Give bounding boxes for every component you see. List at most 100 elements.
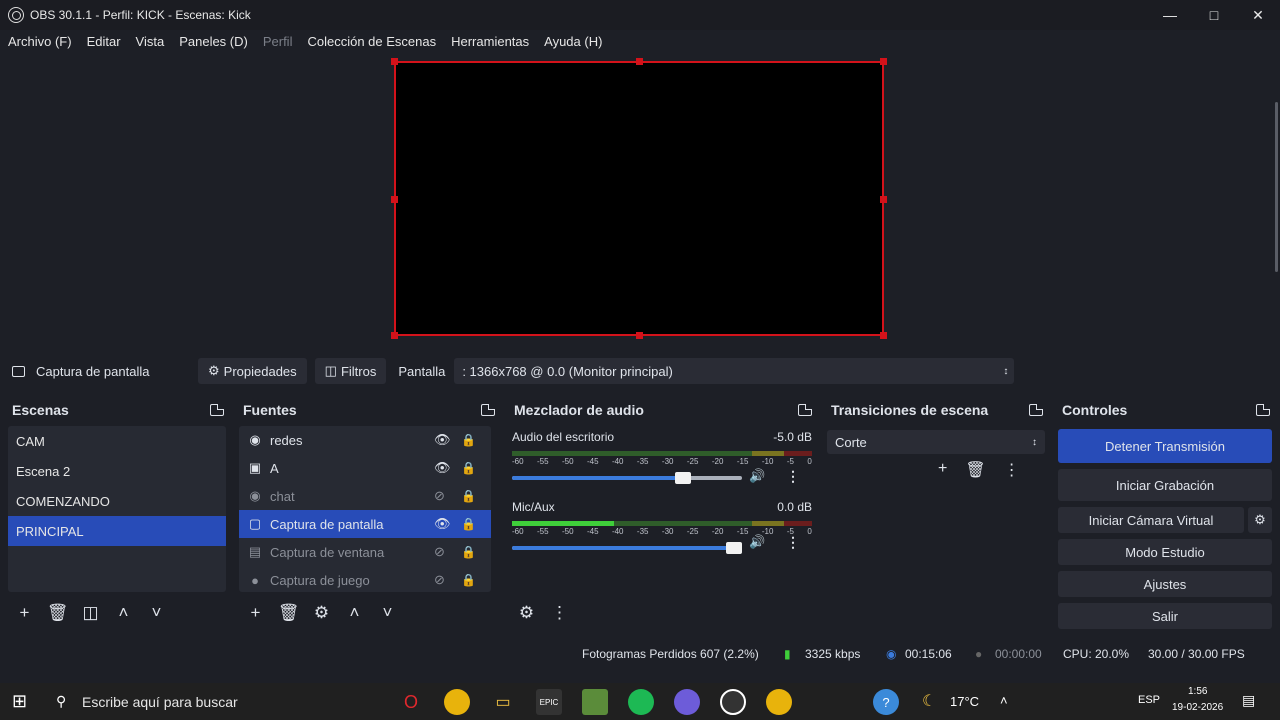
undock-icon[interactable] bbox=[1256, 404, 1270, 416]
screen-select[interactable]: : 1366x768 @ 0.0 (Monitor principal) ↕ bbox=[454, 358, 1015, 384]
eye-closed-icon[interactable]: ⊘ bbox=[434, 488, 445, 504]
search-icon[interactable]: ⚲ bbox=[56, 693, 66, 710]
lock-icon[interactable]: 🔒 bbox=[461, 489, 476, 503]
eye-icon[interactable]: 👁 bbox=[434, 460, 451, 476]
lock-icon[interactable]: 🔒 bbox=[461, 461, 476, 475]
lock-icon[interactable]: 🔒 bbox=[461, 433, 476, 447]
discord-icon[interactable] bbox=[674, 689, 700, 715]
source-item[interactable]: ▤ Captura de ventana ⊘ 🔒 bbox=[239, 538, 491, 566]
volume-knob[interactable] bbox=[675, 472, 692, 484]
chevron-up-icon[interactable]: ˄ bbox=[1000, 693, 1008, 708]
eye-closed-icon[interactable]: ⊘ bbox=[434, 572, 445, 588]
close-button[interactable]: ✕ bbox=[1236, 0, 1280, 30]
exit-button[interactable]: Salir bbox=[1058, 603, 1272, 629]
clock-date[interactable]: 19-02-2026 bbox=[1172, 702, 1223, 713]
windows-start-icon[interactable]: ⊞ bbox=[12, 691, 27, 712]
undock-icon[interactable] bbox=[1029, 404, 1043, 416]
lock-icon[interactable]: 🔒 bbox=[461, 573, 476, 587]
speaker-icon[interactable]: 🔊 bbox=[749, 534, 765, 550]
resize-handle[interactable] bbox=[636, 332, 643, 339]
notifications-icon[interactable]: ▤ bbox=[1242, 692, 1255, 709]
speaker-icon[interactable]: 🔊 bbox=[749, 468, 765, 484]
source-item[interactable]: ▣ A 👁 🔒 bbox=[239, 454, 491, 482]
menu-perfil[interactable]: Perfil bbox=[263, 34, 293, 49]
volume-slider[interactable] bbox=[512, 542, 742, 554]
language[interactable]: ESP bbox=[1138, 694, 1160, 706]
gear-icon[interactable]: ⚙ bbox=[510, 603, 543, 623]
source-item[interactable]: ● Captura de juego ⊘ 🔒 bbox=[239, 566, 491, 594]
resize-handle[interactable] bbox=[391, 196, 398, 203]
spotify-icon[interactable] bbox=[628, 689, 654, 715]
kebab-menu-icon[interactable]: ⋮ bbox=[543, 603, 576, 623]
gear-icon[interactable]: ⚙ bbox=[305, 603, 338, 623]
menu-paneles[interactable]: Paneles (D) bbox=[179, 34, 248, 49]
scene-item-active[interactable]: PRINCIPAL bbox=[8, 516, 226, 546]
volume-slider[interactable] bbox=[512, 472, 742, 484]
chevron-down-icon[interactable]: ˅ bbox=[371, 603, 404, 623]
maximize-button[interactable]: □ bbox=[1192, 0, 1236, 30]
eye-icon[interactable]: 👁 bbox=[434, 432, 451, 448]
add-icon[interactable]: + bbox=[239, 603, 272, 623]
resize-handle[interactable] bbox=[391, 332, 398, 339]
undock-icon[interactable] bbox=[481, 404, 495, 416]
menu-editar[interactable]: Editar bbox=[87, 34, 121, 49]
settings-button[interactable]: Ajustes bbox=[1058, 571, 1272, 597]
resize-handle[interactable] bbox=[636, 58, 643, 65]
minecraft-icon[interactable] bbox=[582, 689, 608, 715]
help-icon[interactable]: ? bbox=[873, 689, 899, 715]
epic-games-icon[interactable]: EPIC bbox=[536, 689, 562, 715]
undock-icon[interactable] bbox=[798, 404, 812, 416]
kebab-menu-icon[interactable]: ⋮ bbox=[1004, 460, 1020, 480]
start-record-button[interactable]: Iniciar Grabación bbox=[1058, 469, 1272, 501]
chrome-icon[interactable] bbox=[766, 689, 792, 715]
lock-icon[interactable]: 🔒 bbox=[461, 545, 476, 559]
trash-icon[interactable]: 🗑 bbox=[41, 603, 74, 623]
source-item-active[interactable]: ▢ Captura de pantalla 👁 🔒 bbox=[239, 510, 491, 538]
chevron-down-icon[interactable]: ˅ bbox=[140, 603, 173, 623]
kebab-menu-icon[interactable]: ⋮ bbox=[786, 468, 800, 485]
filters-button[interactable]: ◫ Filtros bbox=[314, 358, 387, 384]
undock-icon[interactable] bbox=[210, 404, 224, 416]
chevron-up-icon[interactable]: ˄ bbox=[107, 603, 140, 623]
preview-area[interactable] bbox=[0, 52, 1280, 354]
trash-icon[interactable]: 🗑 bbox=[272, 603, 305, 623]
stop-stream-button[interactable]: Detener Transmisión bbox=[1058, 429, 1272, 463]
resize-handle[interactable] bbox=[880, 58, 887, 65]
studio-mode-button[interactable]: Modo Estudio bbox=[1058, 539, 1272, 565]
taskbar-search[interactable]: Escribe aquí para buscar bbox=[82, 694, 238, 710]
preview-scrollbar[interactable] bbox=[1275, 102, 1278, 272]
trash-icon[interactable]: 🗑 bbox=[965, 460, 985, 480]
source-item[interactable]: ◉ chat ⊘ 🔒 bbox=[239, 482, 491, 510]
menu-ayuda[interactable]: Ayuda (H) bbox=[544, 34, 602, 49]
virtual-cam-button[interactable]: Iniciar Cámara Virtual bbox=[1058, 507, 1244, 533]
kebab-menu-icon[interactable]: ⋮ bbox=[786, 534, 800, 551]
resize-handle[interactable] bbox=[880, 332, 887, 339]
chevron-up-icon[interactable]: ˄ bbox=[338, 603, 371, 623]
resize-handle[interactable] bbox=[880, 196, 887, 203]
chrome-icon[interactable] bbox=[444, 689, 470, 715]
volume-knob[interactable] bbox=[726, 542, 742, 554]
properties-button[interactable]: ⚙ Propiedades bbox=[198, 358, 307, 384]
menu-vista[interactable]: Vista bbox=[136, 34, 165, 49]
eye-icon[interactable]: 👁 bbox=[434, 516, 451, 532]
gear-icon[interactable]: ⚙ bbox=[1248, 507, 1272, 533]
obs-taskbar-icon[interactable] bbox=[720, 689, 746, 715]
menu-archivo[interactable]: Archivo (F) bbox=[8, 34, 72, 49]
scene-item[interactable]: COMENZANDO bbox=[8, 486, 226, 516]
resize-handle[interactable] bbox=[391, 58, 398, 65]
add-icon[interactable]: + bbox=[8, 603, 41, 623]
scene-item[interactable]: Escena 2 bbox=[8, 456, 226, 486]
filter-icon[interactable]: ◫ bbox=[74, 603, 107, 623]
source-item[interactable]: ◉ redes 👁 🔒 bbox=[239, 426, 491, 454]
opera-icon[interactable]: O bbox=[398, 689, 424, 715]
menu-herramientas[interactable]: Herramientas bbox=[451, 34, 529, 49]
clock-time[interactable]: 1:56 bbox=[1188, 686, 1207, 697]
transition-select[interactable]: Corte ↕ bbox=[827, 430, 1045, 454]
menu-coleccion-escenas[interactable]: Colección de Escenas bbox=[307, 34, 436, 49]
add-icon[interactable]: + bbox=[938, 460, 947, 480]
minimize-button[interactable]: — bbox=[1148, 0, 1192, 30]
lock-icon[interactable]: 🔒 bbox=[461, 517, 476, 531]
folder-icon[interactable]: ▭ bbox=[490, 689, 516, 715]
eye-closed-icon[interactable]: ⊘ bbox=[434, 544, 445, 560]
scene-item[interactable]: CAM bbox=[8, 426, 226, 456]
